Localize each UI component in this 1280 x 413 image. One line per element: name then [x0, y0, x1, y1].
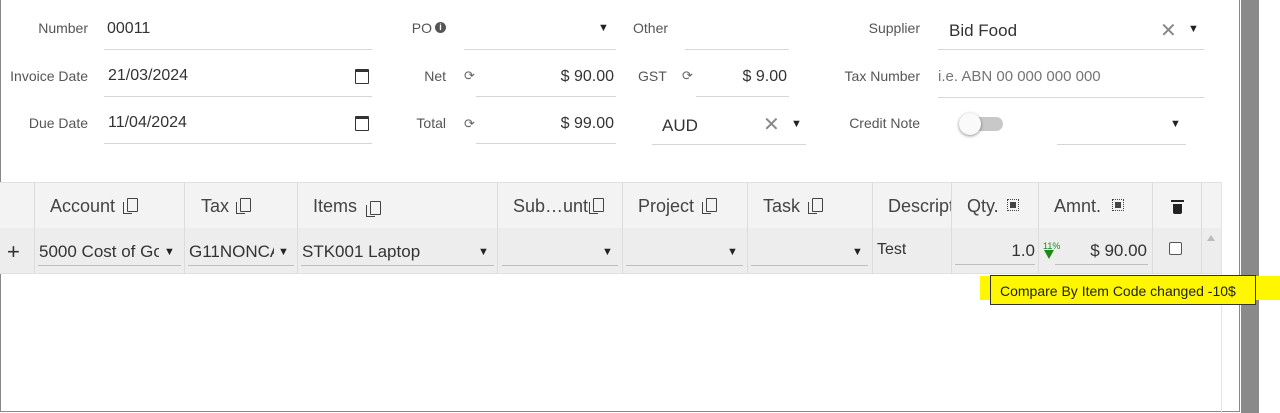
copy-icon[interactable] — [702, 198, 717, 214]
chevron-down-icon[interactable]: ▼ — [602, 246, 613, 258]
row-select-checkbox[interactable] — [1169, 242, 1182, 255]
number-label: Number — [38, 20, 88, 36]
column-header-items[interactable]: Items — [313, 196, 357, 217]
chevron-down-icon[interactable]: ▼ — [727, 246, 738, 258]
column-header-subaccount[interactable]: Sub…unt — [513, 196, 588, 217]
copy-icon[interactable] — [366, 201, 381, 217]
total-label: Total — [416, 115, 446, 131]
refresh-icon[interactable]: ⟳ — [464, 116, 475, 132]
calendar-icon[interactable] — [355, 69, 369, 84]
trend-down-icon — [1044, 250, 1054, 259]
column-divider — [1038, 182, 1039, 273]
chevron-down-icon[interactable]: ▼ — [598, 22, 609, 34]
po-label: PO — [411, 20, 432, 36]
column-header-project[interactable]: Project — [638, 196, 694, 217]
qty-cell[interactable]: 1.0 — [955, 241, 1035, 261]
tax-underline — [188, 265, 294, 266]
task-underline — [751, 265, 868, 266]
other-label: Other — [633, 20, 669, 36]
gst-value: $ 9.00 — [742, 68, 787, 85]
page-scrollbar[interactable] — [1241, 0, 1259, 413]
column-divider — [747, 182, 748, 273]
project-underline — [626, 265, 743, 266]
refresh-icon[interactable]: ⟳ — [464, 68, 475, 84]
chevron-down-icon[interactable]: ▼ — [791, 118, 802, 130]
due-date-value: 11/04/2024 — [108, 114, 187, 131]
credit-note-label: Credit Note — [849, 115, 920, 131]
credit-note-select[interactable] — [1057, 100, 1186, 145]
copy-icon[interactable] — [236, 198, 251, 214]
column-header-tax[interactable]: Tax — [201, 196, 229, 217]
column-header-description[interactable]: Descript — [888, 196, 951, 217]
column-header-qty[interactable]: Qty. — [967, 196, 999, 217]
column-divider — [184, 182, 185, 273]
clear-icon[interactable]: ✕ — [1160, 18, 1177, 43]
amount-cell[interactable]: $ 90.00 — [1060, 241, 1147, 261]
column-divider — [1152, 182, 1153, 273]
items-cell[interactable]: STK001 Laptop — [302, 242, 472, 262]
calendar-icon[interactable] — [355, 116, 369, 131]
chevron-down-icon[interactable]: ▼ — [1170, 118, 1181, 130]
qty-underline — [955, 264, 1035, 265]
number-value: 00011 — [107, 20, 151, 37]
supplier-value: Bid Food — [949, 21, 1018, 40]
amount-underline — [1055, 264, 1148, 265]
currency-value: AUD — [662, 116, 698, 135]
column-divider — [1201, 182, 1202, 273]
account-underline — [38, 265, 181, 266]
po-select[interactable] — [464, 5, 616, 50]
subaccount-underline — [502, 265, 618, 266]
copy-icon[interactable] — [808, 198, 823, 214]
clear-icon[interactable]: ✕ — [763, 112, 780, 137]
copy-icon[interactable] — [123, 198, 138, 214]
chevron-down-icon[interactable]: ▼ — [1188, 23, 1199, 35]
select-all-icon[interactable] — [1112, 199, 1124, 211]
supplier-label: Supplier — [868, 20, 920, 36]
select-all-icon[interactable] — [1007, 199, 1019, 211]
column-header-task[interactable]: Task — [763, 196, 800, 217]
trash-icon[interactable] — [1171, 200, 1184, 214]
chevron-down-icon[interactable]: ▼ — [278, 246, 289, 258]
column-divider — [622, 182, 623, 273]
credit-note-toggle-knob[interactable] — [959, 113, 981, 135]
info-icon: i — [435, 22, 446, 33]
description-cell[interactable]: Test — [877, 241, 906, 259]
invoice-date-label: Invoice Date — [10, 68, 88, 84]
tax-number-label: Tax Number — [844, 68, 920, 84]
total-value: $ 99.00 — [560, 115, 614, 132]
column-divider — [951, 182, 952, 273]
copy-icon[interactable] — [589, 198, 604, 214]
tax-number-input[interactable] — [938, 56, 1204, 98]
tax-cell[interactable]: G11NONCA — [189, 242, 274, 262]
account-cell[interactable]: 5000 Cost of Go — [39, 242, 159, 262]
net-label: Net — [424, 68, 446, 84]
scroll-up-icon[interactable] — [1207, 235, 1215, 241]
column-divider — [297, 182, 298, 273]
chevron-down-icon[interactable]: ▼ — [164, 246, 175, 258]
add-row-button[interactable]: + — [7, 239, 20, 265]
gst-label: GST — [638, 68, 667, 84]
column-divider — [872, 182, 873, 273]
due-date-label: Due Date — [28, 115, 88, 131]
column-divider — [34, 182, 35, 273]
invoice-date-value: 21/03/2024 — [108, 67, 189, 84]
column-header-account[interactable]: Account — [50, 196, 115, 217]
chevron-down-icon[interactable]: ▼ — [852, 246, 863, 258]
compare-tooltip: Compare By Item Code changed -10$ — [990, 275, 1256, 305]
column-divider — [497, 182, 498, 273]
net-value: $ 90.00 — [560, 68, 614, 85]
chevron-down-icon[interactable]: ▼ — [478, 246, 489, 258]
refresh-icon[interactable]: ⟳ — [682, 68, 693, 84]
column-header-amount[interactable]: Amnt. — [1054, 196, 1101, 217]
other-field[interactable] — [685, 5, 789, 50]
items-underline — [301, 265, 494, 266]
